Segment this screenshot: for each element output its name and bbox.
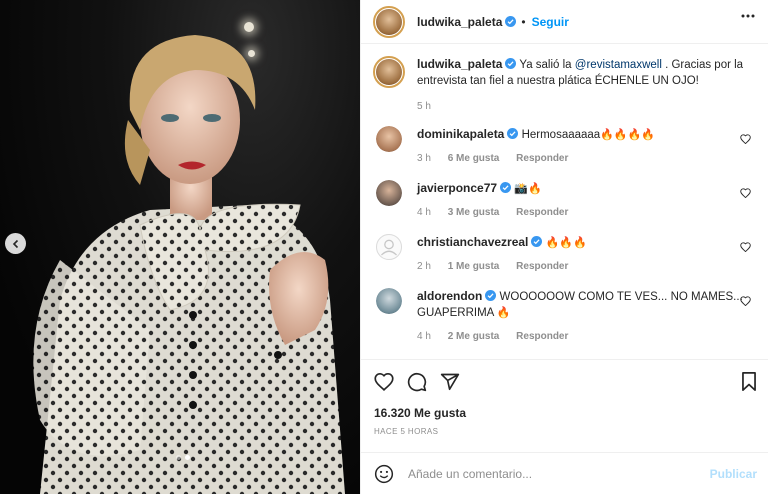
comment-item: aldorendon WOOOOOOW COMO TE VES... NO MA…	[373, 288, 757, 345]
comment-meta: 4 h 3 Me gusta Responder	[417, 205, 747, 221]
comment-likes[interactable]: 2 Me gusta	[448, 331, 500, 342]
commenter-avatar[interactable]	[376, 126, 402, 152]
comment-meta: 3 h 6 Me gusta Responder	[417, 151, 747, 167]
author-avatar[interactable]	[373, 5, 405, 38]
commenter-avatar[interactable]	[376, 288, 402, 314]
verified-badge-icon	[505, 16, 517, 27]
comment-time: 4 h	[417, 207, 431, 218]
caption-mention-link[interactable]: @revistamaxwell	[575, 59, 662, 71]
comment-icon[interactable]	[407, 372, 427, 392]
comment-likes[interactable]: 1 Me gusta	[448, 261, 500, 272]
share-icon[interactable]	[440, 372, 460, 392]
comment-emoji: 🔥🔥🔥🔥	[600, 129, 655, 141]
comment-item: dominikapaleta Hermosaaaaaa🔥🔥🔥🔥 3 h 6 Me…	[373, 126, 757, 167]
post-header: ludwika_paleta • Seguir	[361, 0, 768, 44]
caption-body-pre: Ya salió la	[519, 59, 572, 71]
verified-badge-icon	[507, 128, 519, 139]
caption-text: ludwika_paleta Ya salió la @revistamaxwe…	[417, 56, 747, 115]
comment-item: javierponce77 📸🔥 4 h 3 Me gusta Responde…	[373, 180, 757, 221]
verified-badge-icon	[485, 290, 497, 301]
verified-badge-icon	[531, 236, 543, 247]
follow-button[interactable]: Seguir	[532, 15, 569, 29]
post-photo[interactable]	[0, 0, 360, 494]
carousel-dots	[176, 455, 190, 460]
post-caption: ludwika_paleta Ya salió la @revistamaxwe…	[373, 56, 757, 115]
reply-button[interactable]: Responder	[516, 331, 568, 342]
comment-heart-icon[interactable]	[740, 296, 751, 306]
caption-avatar[interactable]	[373, 56, 405, 88]
carousel-dot	[176, 455, 181, 460]
comment-heart-icon[interactable]	[740, 188, 751, 198]
publish-button[interactable]: Publicar	[710, 467, 757, 481]
comment-meta: 2 h 1 Me gusta Responder	[417, 259, 747, 275]
previous-photo-button[interactable]	[5, 233, 26, 254]
emoji-icon[interactable]	[374, 464, 394, 484]
commenter-username[interactable]: christianchavezreal	[417, 235, 528, 249]
comment-heart-icon[interactable]	[740, 134, 751, 144]
post-details-panel: ludwika_paleta • Seguir ludwika_paleta Y…	[360, 0, 768, 494]
reply-button[interactable]: Responder	[516, 207, 568, 218]
commenter-avatar-default[interactable]	[376, 234, 402, 260]
comment-input[interactable]	[408, 466, 698, 481]
caption-time: 5 h	[417, 101, 431, 112]
comment-emoji: 📸🔥	[514, 183, 542, 195]
reply-button[interactable]: Responder	[516, 261, 568, 272]
comment-emoji: 🔥	[496, 307, 511, 319]
comment-heart-icon[interactable]	[740, 242, 751, 252]
portrait-illustration	[33, 35, 345, 494]
more-options-icon[interactable]	[741, 14, 755, 18]
comment-item: christianchavezreal 🔥🔥🔥 2 h 1 Me gusta R…	[373, 234, 757, 275]
caption-username[interactable]: ludwika_paleta	[417, 57, 502, 71]
post-timestamp[interactable]: HACE 5 HORAS	[374, 427, 438, 436]
comment-meta: 4 h 2 Me gusta Responder	[417, 329, 747, 345]
heart-icon[interactable]	[374, 372, 394, 391]
carousel-dot-active	[185, 455, 190, 460]
commenter-username[interactable]: dominikapaleta	[417, 127, 504, 141]
bookmark-icon[interactable]	[741, 372, 757, 391]
commenter-username[interactable]: javierponce77	[417, 181, 497, 195]
post-actions-bar	[361, 359, 768, 403]
verified-badge-icon	[505, 58, 517, 69]
reply-button[interactable]: Responder	[516, 153, 568, 164]
commenter-avatar[interactable]	[376, 180, 402, 206]
header-separator: •	[521, 14, 526, 29]
chevron-left-icon	[12, 239, 18, 248]
comment-likes[interactable]: 3 Me gusta	[448, 207, 500, 218]
comment-text: Hermosaaaaaa	[521, 129, 601, 141]
comment-time: 2 h	[417, 261, 431, 272]
author-username[interactable]: ludwika_paleta	[417, 15, 502, 29]
comment-likes[interactable]: 6 Me gusta	[448, 153, 500, 164]
comment-emoji: 🔥🔥🔥	[545, 237, 587, 249]
verified-badge-icon	[500, 182, 512, 193]
default-avatar-icon	[381, 239, 397, 256]
comment-composer: Publicar	[361, 452, 768, 494]
comment-time: 4 h	[417, 331, 431, 342]
commenter-username[interactable]: aldorendon	[417, 289, 482, 303]
comment-time: 3 h	[417, 153, 431, 164]
caption-meta: 5 h	[417, 99, 747, 115]
likes-count[interactable]: 16.320 Me gusta	[374, 406, 466, 420]
